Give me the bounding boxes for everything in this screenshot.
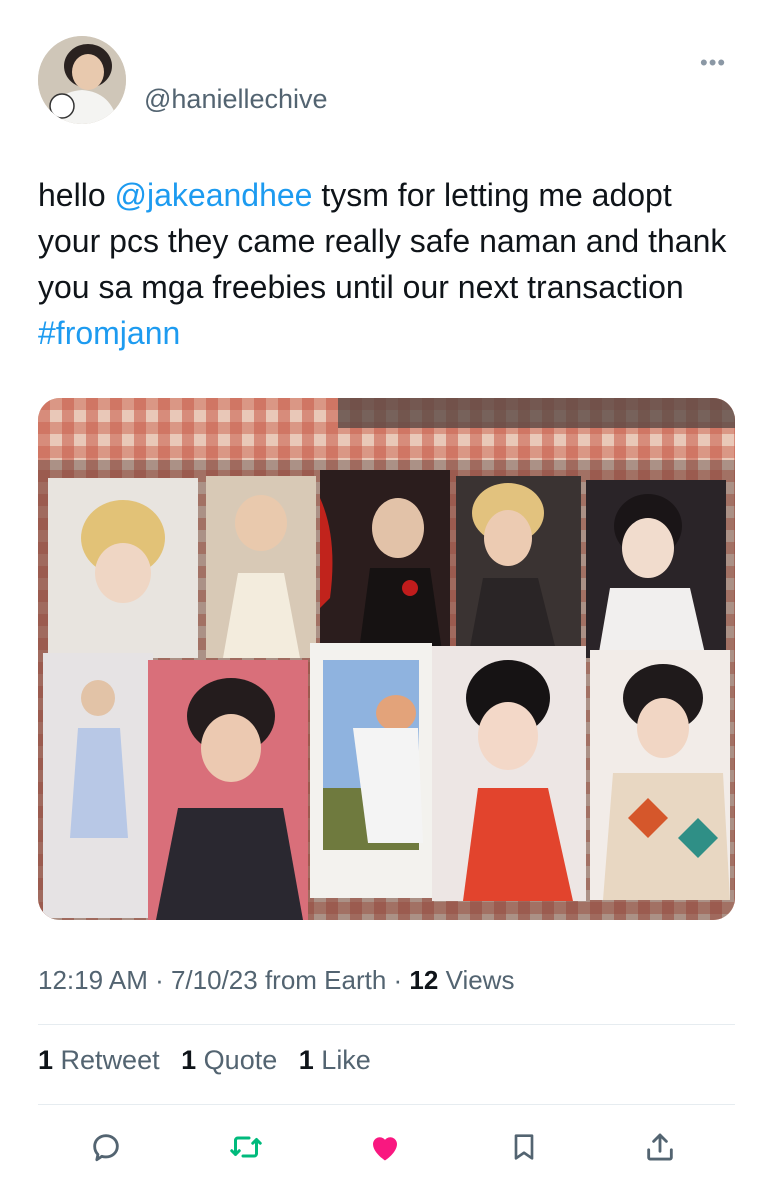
reply-button[interactable] <box>86 1127 126 1167</box>
likes-count: 1 <box>298 1045 314 1075</box>
avatar-image <box>38 36 126 124</box>
meta-separator: · <box>147 965 171 995</box>
views-count: 12 <box>409 965 439 995</box>
retweets-stat[interactable]: 1 Retweet <box>38 1045 160 1076</box>
tweet-text: hello @jakeandhee tysm for letting me ad… <box>38 172 728 356</box>
tweet-time[interactable]: 12:19 AM <box>38 965 148 995</box>
quotes-label: Quote <box>203 1045 278 1075</box>
divider <box>38 1024 735 1025</box>
share-button[interactable] <box>640 1127 680 1167</box>
retweet-icon <box>230 1136 262 1158</box>
divider <box>38 1104 735 1105</box>
tweet-stats: 1 Retweet 1 Quote 1 Like <box>38 1045 385 1076</box>
quotes-count: 1 <box>181 1045 197 1075</box>
tweet-photo[interactable] <box>38 398 735 920</box>
retweets-label: Retweet <box>60 1045 160 1075</box>
like-icon <box>373 1137 397 1161</box>
likes-stat[interactable]: 1 Like <box>299 1045 371 1076</box>
likes-label: Like <box>321 1045 371 1075</box>
hashtag-link[interactable]: #fromjann <box>38 315 180 351</box>
tweet-date[interactable]: 7/10/23 <box>171 965 258 995</box>
quotes-stat[interactable]: 1 Quote <box>181 1045 277 1076</box>
bookmark-icon <box>514 1134 534 1160</box>
retweets-count: 1 <box>38 1045 54 1075</box>
meta-separator: · <box>386 965 410 995</box>
like-button[interactable] <box>365 1127 405 1167</box>
views-label: Views <box>438 965 515 995</box>
more-icon[interactable]: ••• <box>700 50 726 76</box>
photocards-image <box>38 398 735 920</box>
avatar[interactable] <box>38 36 126 124</box>
tweet-meta: 12:19 AM · 7/10/23 from Earth · 12 Views <box>38 965 514 996</box>
author-handle[interactable]: @haniellechive <box>144 84 328 115</box>
reply-icon <box>93 1134 119 1162</box>
tweet-text-part: hello <box>38 177 115 213</box>
retweet-button[interactable] <box>226 1127 266 1167</box>
share-icon <box>647 1133 673 1161</box>
tweet-source: from Earth <box>257 965 387 995</box>
mention-link[interactable]: @jakeandhee <box>115 177 313 213</box>
bookmark-button[interactable] <box>504 1127 544 1167</box>
